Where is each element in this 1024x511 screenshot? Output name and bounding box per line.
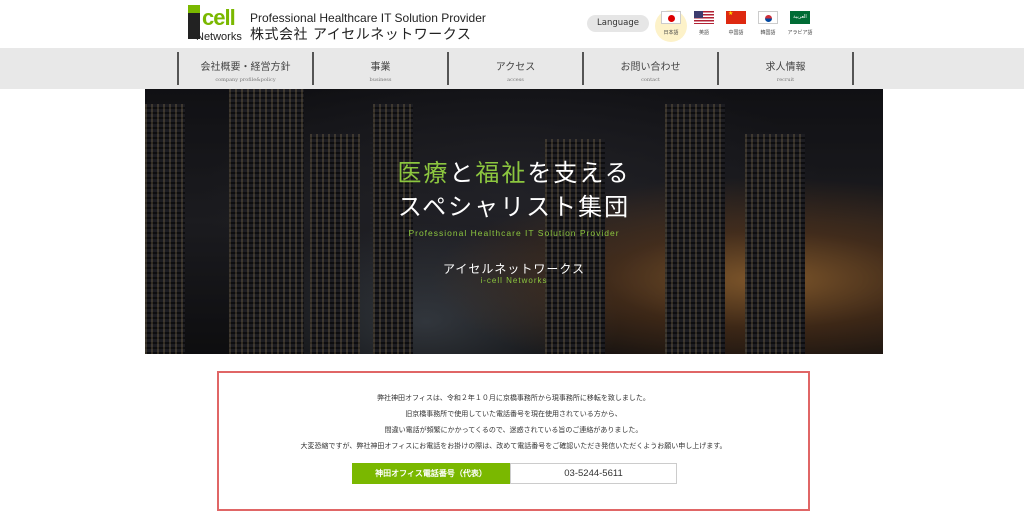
notice-line: 大変恐縮ですが、弊社神田オフィスにお電話をお掛けの際は、改めて電話番号をご確認い… <box>300 442 727 450</box>
nav-sublabel: business <box>369 77 392 83</box>
nav-label: 求人情報 <box>765 62 806 73</box>
nav-item-business[interactable]: 事業 business <box>312 52 447 85</box>
phone-number-table: 神田オフィス電話番号（代表） 03-5244-5611 <box>352 463 677 484</box>
logo-networks-text: Networks <box>196 31 242 43</box>
company-name: 株式会社 アイセルネットワークス <box>250 27 472 43</box>
relocation-notice: 弊社神田オフィスは、令和２年１０月に京橋事務所から現事務所に移転を致しました。 … <box>217 371 810 511</box>
nav-label: 会社概要・経営方針 <box>200 62 291 73</box>
hero-catch-line1: 医療と福祉を支える <box>145 153 883 188</box>
nav-label: 事業 <box>370 62 391 73</box>
nav-item-contact[interactable]: お問い合わせ contact <box>582 52 717 85</box>
nav-item-company[interactable]: 会社概要・経営方針 company profile&policy <box>177 52 312 85</box>
logo-mark-dot <box>188 5 200 13</box>
language-arabic[interactable]: العربية アラビア語 <box>783 10 817 42</box>
hero-catch-connector: と <box>449 159 476 187</box>
china-flag-icon <box>726 11 746 24</box>
nav-label: お問い合わせ <box>620 62 681 73</box>
hero-banner: 医療と福祉を支える スペシャリスト集団 Professional Healthc… <box>145 89 883 354</box>
language-japanese[interactable]: 日本語 <box>655 10 687 42</box>
us-flag-icon <box>694 11 714 24</box>
language-button[interactable]: Language <box>587 15 649 32</box>
hero-catch-english: Professional Healthcare IT Solution Prov… <box>408 228 620 238</box>
language-label-japanese: 日本語 <box>663 30 679 36</box>
hero-highlight-medical: 医療 <box>397 159 450 187</box>
language-label-chinese: 中国語 <box>728 30 744 36</box>
language-label-english: 英語 <box>698 30 709 36</box>
hero-company-name-english: i-cell Networks <box>480 276 548 285</box>
language-english[interactable]: 英語 <box>687 10 721 42</box>
hero-catch-line2: スペシャリスト集団 <box>397 193 631 221</box>
nav-item-access[interactable]: アクセス access <box>447 52 582 85</box>
notice-line: 弊社神田オフィスは、令和２年１０月に京橋事務所から現事務所に移転を致しました。 <box>377 394 650 402</box>
language-label-korean: 韓国語 <box>760 30 776 36</box>
korea-flag-icon <box>758 11 778 24</box>
logo-cell-text: cell <box>202 5 236 30</box>
hero-highlight-welfare: 福祉 <box>475 159 528 187</box>
phone-label: 神田オフィス電話番号（代表） <box>352 463 510 484</box>
company-logo[interactable]: cell Networks <box>188 5 246 43</box>
notice-line: 間違い電話が頻繁にかかってくるので、迷惑されている旨のご連絡がありました。 <box>384 426 643 434</box>
language-korean[interactable]: 韓国語 <box>751 10 785 42</box>
notice-text: 弊社神田オフィスは、令和２年１０月に京橋事務所から現事務所に移転を致しました。 … <box>219 390 808 454</box>
language-chinese[interactable]: 中国語 <box>719 10 753 42</box>
nav-sublabel: recruit <box>776 77 795 83</box>
header-tagline: Professional Healthcare IT Solution Prov… <box>250 11 486 25</box>
hero-company-name: アイセルネットワークス <box>442 262 586 276</box>
notice-line: 旧京橋事務所で使用していた電話番号を現在使用されている方から、 <box>405 410 622 418</box>
nav-sublabel: access <box>507 77 524 83</box>
nav-label: アクセス <box>495 62 536 73</box>
nav-sublabel: company profile&policy <box>215 77 276 83</box>
japan-flag-icon <box>661 11 681 24</box>
main-nav: 会社概要・経営方針 company profile&policy 事業 busi… <box>0 48 1024 89</box>
nav-sublabel: contact <box>641 77 660 83</box>
nav-item-recruit[interactable]: 求人情報 recruit <box>717 52 854 85</box>
language-label-arabic: アラビア語 <box>787 30 813 36</box>
hero-catch-end: を支える <box>527 159 631 187</box>
saudi-flag-icon: العربية <box>790 11 810 24</box>
phone-value[interactable]: 03-5244-5611 <box>510 463 677 484</box>
